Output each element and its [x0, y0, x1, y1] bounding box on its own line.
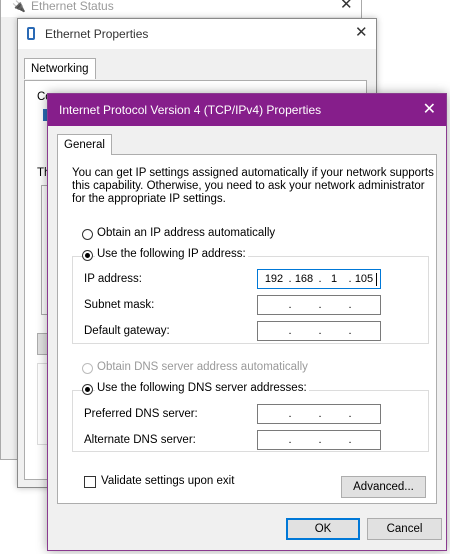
validate-settings-label[interactable]: Validate settings upon exit [101, 475, 234, 487]
tab-general[interactable]: General [57, 134, 112, 155]
obtain-ip-auto-label[interactable]: Obtain an IP address automatically [97, 227, 275, 239]
validate-settings-checkbox[interactable] [84, 476, 96, 488]
ip-dot: . [348, 325, 352, 337]
alternate-dns-label: Alternate DNS server: [84, 434, 196, 446]
obtain-ip-auto-radio[interactable] [82, 229, 93, 240]
ipv4-titlebar: Internet Protocol Version 4 (TCP/IPv4) P… [48, 94, 446, 126]
ethernet-properties-title: Ethernet Properties [45, 27, 149, 41]
subnet-mask-field[interactable]: . . . [257, 295, 381, 315]
ip-octet-2: 168 [294, 273, 314, 285]
network-adapter-icon [27, 27, 35, 40]
tab-networking[interactable]: Networking [24, 58, 96, 79]
preferred-dns-field[interactable]: . . . [257, 404, 381, 424]
ip-octet-4: 105 [354, 273, 374, 285]
preferred-dns-label: Preferred DNS server: [84, 408, 198, 420]
ethernet-properties-titlebar: Ethernet Properties ✕ [18, 19, 376, 49]
description-line-2: this capability. Otherwise, you need to … [72, 180, 425, 192]
network-adapter-icon: 🔌 [12, 1, 26, 13]
ip-dot: . [318, 408, 322, 420]
ip-octet-3: 1 [330, 273, 338, 285]
ip-dot: . [348, 299, 352, 311]
ok-button[interactable]: OK [286, 518, 360, 540]
ip-dot: . [348, 408, 352, 420]
ip-dot: . [288, 325, 292, 337]
description-line-3: for the appropriate IP settings. [72, 193, 226, 205]
close-icon[interactable]: ✕ [423, 101, 436, 119]
ip-dot: . [288, 299, 292, 311]
ip-dot: . [318, 299, 322, 311]
ip-address-label: IP address: [84, 273, 142, 285]
description-text: You can get IP settings assigned automat… [72, 167, 434, 206]
default-gateway-field[interactable]: . . . [257, 321, 381, 341]
ipv4-properties-dialog: Internet Protocol Version 4 (TCP/IPv4) P… [47, 93, 447, 551]
use-following-ip-label[interactable]: Use the following IP address: [95, 248, 248, 260]
ethernet-status-titlebar: 🔌 Ethernet Status ✕ [1, 0, 361, 17]
ip-dot: . [288, 434, 292, 446]
text-caret [376, 273, 377, 286]
dialog-title: Internet Protocol Version 4 (TCP/IPv4) P… [59, 103, 322, 117]
default-gateway-label: Default gateway: [84, 325, 170, 337]
use-following-ip-radio[interactable] [82, 250, 93, 261]
alternate-dns-field[interactable]: . . . [257, 430, 381, 450]
obtain-dns-auto-label[interactable]: Obtain DNS server address automatically [97, 361, 308, 373]
ip-address-field[interactable]: 192 . 168 . 1 . 105 [257, 269, 381, 289]
close-icon[interactable]: ✕ [340, 0, 353, 14]
cancel-button[interactable]: Cancel [367, 518, 442, 540]
general-panel: You can get IP settings assigned automat… [57, 154, 437, 504]
obtain-dns-auto-radio[interactable] [82, 363, 93, 374]
close-icon[interactable]: ✕ [355, 24, 368, 42]
use-following-dns-radio[interactable] [82, 384, 93, 395]
ip-dot: . [318, 434, 322, 446]
use-following-dns-label[interactable]: Use the following DNS server addresses: [95, 382, 309, 394]
ip-octet-1: 192 [264, 273, 284, 285]
description-line-1: You can get IP settings assigned automat… [72, 167, 434, 179]
ethernet-status-title: Ethernet Status [31, 0, 114, 13]
ip-dot: . [348, 434, 352, 446]
advanced-button[interactable]: Advanced... [341, 476, 426, 498]
ip-dot: . [318, 325, 322, 337]
ip-dot: . [288, 408, 292, 420]
subnet-mask-label: Subnet mask: [84, 299, 155, 311]
